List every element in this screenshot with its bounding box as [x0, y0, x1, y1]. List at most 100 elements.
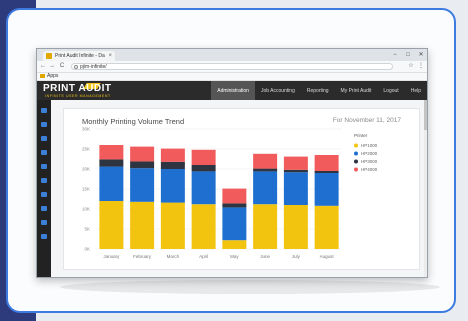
x-tick-label: April — [199, 254, 208, 259]
bar-hp4000 — [253, 153, 278, 169]
lock-icon[interactable] — [41, 164, 47, 169]
top-nav: Administration Job Accounting Reporting … — [211, 81, 427, 101]
print-audit-logo[interactable]: PRINT AUDIT INFINITE USER MANAGEMENT — [43, 83, 135, 99]
bar-hp3000 — [314, 171, 339, 173]
user-icon[interactable] — [41, 220, 47, 225]
y-tick-label: 5K — [84, 227, 90, 232]
reload-button[interactable]: C — [58, 61, 66, 72]
card-icon[interactable] — [41, 150, 47, 155]
bar-hp3000 — [222, 203, 247, 208]
bar-hp1000 — [130, 201, 155, 249]
logo-text: PRINT AUDIT — [43, 83, 112, 94]
bookmark-star-icon[interactable]: ☆ — [407, 61, 415, 72]
users-icon[interactable] — [41, 136, 47, 141]
address-bar: ← → C pjim-infinite/ ☆ ⋮ — [37, 61, 427, 73]
nav-reporting[interactable]: Reporting — [301, 81, 335, 101]
browser-window: Print Audit Infinite - Da × − □ ✕ ← → C … — [36, 48, 428, 278]
url-input[interactable]: pjim-infinite/ — [71, 63, 393, 70]
close-window-button[interactable]: ✕ — [415, 49, 427, 61]
bar-hp4000 — [314, 155, 339, 171]
x-tick-label: January — [103, 254, 120, 259]
tab-close-icon[interactable]: × — [108, 51, 112, 61]
x-tick-label: May — [230, 254, 239, 259]
legend-label: HP1000 — [361, 143, 378, 148]
nav-help[interactable]: Help — [405, 81, 427, 101]
bookmark-apps[interactable]: Apps — [47, 73, 58, 80]
legend-swatch — [354, 159, 358, 164]
sidebar — [37, 100, 51, 277]
y-tick-label: 15K — [82, 187, 90, 192]
legend-label: HP2000 — [361, 151, 378, 156]
monitor-icon[interactable] — [41, 206, 47, 211]
browser-menu-icon[interactable]: ⋮ — [417, 61, 425, 72]
legend-swatch — [354, 151, 358, 156]
back-button[interactable]: ← — [39, 61, 47, 72]
browser-tab[interactable]: Print Audit Infinite - Da × — [43, 51, 115, 61]
bar-hp2000 — [283, 172, 308, 205]
bar-hp1000 — [222, 240, 247, 249]
legend-swatch — [354, 167, 358, 172]
bar-hp2000 — [130, 168, 155, 202]
nav-logout[interactable]: Logout — [377, 81, 404, 101]
bar-hp2000 — [160, 169, 185, 203]
bar-hp2000 — [222, 207, 247, 241]
bar-hp4000 — [283, 156, 308, 170]
nav-my-print-audit[interactable]: My Print Audit — [335, 81, 378, 101]
legend-swatch — [354, 143, 358, 148]
bar-hp4000 — [99, 145, 124, 160]
bar-hp4000 — [222, 188, 247, 204]
nav-job-accounting[interactable]: Job Accounting — [255, 81, 301, 101]
bar-hp1000 — [191, 204, 216, 249]
scrollbar-thumb[interactable] — [424, 100, 427, 130]
x-tick-label: March — [167, 254, 180, 259]
y-tick-label: 20K — [82, 167, 90, 172]
list-icon[interactable] — [41, 234, 47, 239]
bar-hp1000 — [283, 205, 308, 249]
tab-title: Print Audit Infinite - Da — [55, 53, 105, 59]
legend-title: Printer — [354, 133, 368, 138]
chart-panel: Monthly Printing Volume Trend For Novemb… — [63, 108, 420, 270]
info-icon — [74, 65, 78, 69]
bar-hp4000 — [191, 149, 216, 165]
y-tick-label: 10K — [82, 207, 90, 212]
maximize-button[interactable]: □ — [402, 49, 414, 61]
bar-hp4000 — [160, 148, 185, 162]
minimize-button[interactable]: − — [389, 49, 401, 61]
rocket-icon[interactable] — [41, 178, 47, 183]
bar-hp1000 — [160, 202, 185, 249]
settings-icon[interactable] — [41, 108, 47, 113]
app-header: PRINT AUDIT INFINITE USER MANAGEMENT Adm… — [37, 81, 427, 101]
bar-hp4000 — [130, 146, 155, 162]
x-tick-label: June — [260, 254, 270, 259]
y-tick-label: 25K — [82, 147, 90, 152]
favicon-icon — [46, 53, 52, 59]
legend-label: HP3000 — [361, 159, 378, 164]
y-tick-label: 30K — [82, 127, 90, 132]
bar-hp3000 — [191, 165, 216, 172]
legend-label: HP4000 — [361, 167, 378, 172]
y-tick-label: 0K — [84, 247, 90, 252]
browser-titlebar: Print Audit Infinite - Da × − □ ✕ — [37, 49, 427, 61]
forward-button[interactable]: → — [48, 61, 56, 72]
document-icon[interactable] — [41, 192, 47, 197]
bar-hp3000 — [283, 169, 308, 173]
bar-hp1000 — [314, 205, 339, 249]
bar-hp3000 — [130, 161, 155, 169]
printer-icon[interactable] — [41, 122, 47, 127]
nav-administration[interactable]: Administration — [211, 81, 255, 101]
x-tick-label: February — [133, 254, 152, 259]
apps-icon — [40, 74, 45, 78]
bookmarks-bar: Apps — [37, 73, 427, 81]
bar-hp2000 — [314, 173, 339, 206]
drop-shadow — [60, 280, 440, 294]
bar-hp2000 — [191, 171, 216, 205]
x-tick-label: July — [292, 254, 301, 259]
logo-tagline: INFINITE USER MANAGEMENT — [45, 94, 111, 98]
bar-hp3000 — [253, 168, 278, 172]
bar-hp3000 — [160, 161, 185, 169]
bar-hp2000 — [99, 166, 124, 201]
bar-hp1000 — [253, 204, 278, 249]
volume-chart: 0K 5K 10K 15K 20K 25K 30K January February March A… — [82, 127, 378, 260]
x-tick-label: August — [320, 254, 335, 259]
bar-hp3000 — [99, 159, 124, 167]
